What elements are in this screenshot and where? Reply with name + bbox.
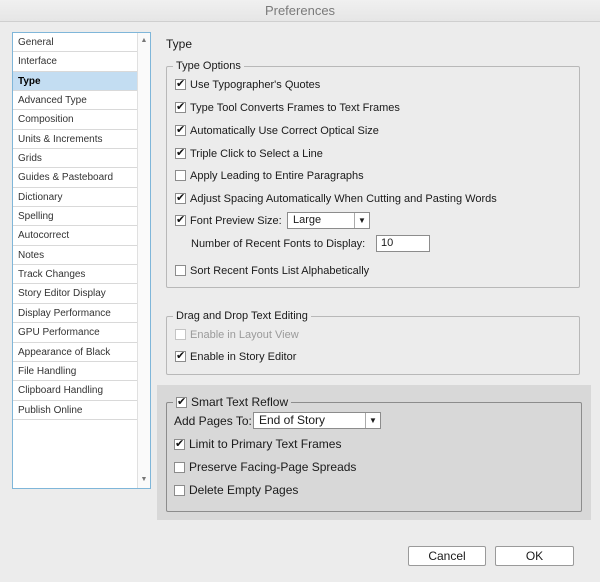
sidebar-item-advanced-type[interactable]: Advanced Type [13,91,138,111]
sidebar-item-interface[interactable]: Interface [13,52,138,72]
checkbox-limit-primary[interactable] [174,437,185,451]
checkbox-adjust-spacing[interactable] [175,191,186,205]
option-label: Use Typographer's Quotes [190,79,321,91]
option-label: Limit to Primary Text Frames [189,437,342,451]
window-title: Preferences [0,0,600,22]
option-apply-leading[interactable]: Apply Leading to Entire Paragraphs [175,168,364,184]
type-options-legend: Type Options [173,59,244,73]
sidebar-item-display-performance[interactable]: Display Performance [13,304,138,324]
recent-fonts-label: Number of Recent Fonts to Display: [191,238,366,250]
option-limit-primary[interactable]: Limit to Primary Text Frames [174,436,341,452]
add-pages-select[interactable]: End of Story ▼ [253,412,381,429]
sidebar-item-grids[interactable]: Grids [13,149,138,169]
option-adjust-spacing[interactable]: Adjust Spacing Automatically When Cuttin… [175,191,497,207]
sidebar-item-composition[interactable]: Composition [13,110,138,130]
option-optical-size[interactable]: Automatically Use Correct Optical Size [175,123,379,139]
checkbox-layout-view[interactable] [175,329,186,340]
checkbox-optical-size[interactable] [175,123,186,137]
sidebar-item-notes[interactable]: Notes [13,246,138,266]
add-pages-value: End of Story [259,413,326,427]
sidebar-list: General Interface Type Advanced Type Com… [13,33,138,420]
cancel-button[interactable]: Cancel [408,546,486,566]
option-preserve-spreads[interactable]: Preserve Facing-Page Spreads [174,459,356,475]
sidebar-item-track-changes[interactable]: Track Changes [13,265,138,285]
scroll-down-arrow-icon[interactable]: ▼ [138,474,150,486]
add-pages-label: Add Pages To: [174,414,252,428]
option-label: Automatically Use Correct Optical Size [190,125,379,137]
sidebar-item-appearance-of-black[interactable]: Appearance of Black [13,343,138,362]
checkbox-sort-recent-fonts[interactable] [175,265,186,276]
ok-button[interactable]: OK [495,546,574,566]
option-label: Apply Leading to Entire Paragraphs [190,170,364,182]
option-label: Adjust Spacing Automatically When Cuttin… [190,193,497,205]
smart-reflow-label: Smart Text Reflow [191,395,289,409]
option-typographers-quotes[interactable]: Use Typographer's Quotes [175,77,320,93]
dropdown-arrow-icon: ▼ [354,213,369,228]
option-label: Font Preview Size: [190,215,282,227]
option-label: Enable in Layout View [190,329,299,341]
scroll-up-arrow-icon[interactable]: ▲ [138,35,150,47]
checkbox-apply-leading[interactable] [175,170,186,181]
sidebar-item-dictionary[interactable]: Dictionary [13,188,138,208]
option-delete-empty-pages[interactable]: Delete Empty Pages [174,482,298,498]
option-label: Preserve Facing-Page Spreads [189,460,357,474]
option-label: Triple Click to Select a Line [190,148,323,160]
option-converts-frames[interactable]: Type Tool Converts Frames to Text Frames [175,100,400,116]
checkbox-delete-empty-pages[interactable] [174,485,185,496]
checkbox-converts-frames[interactable] [175,100,186,114]
option-font-preview[interactable]: Font Preview Size: [175,213,282,229]
sidebar-item-spelling[interactable]: Spelling [13,207,138,227]
sidebar-item-publish-online[interactable]: Publish Online [13,401,138,420]
option-triple-click[interactable]: Triple Click to Select a Line [175,146,323,162]
smart-reflow-legend[interactable]: Smart Text Reflow [173,395,292,409]
recent-fonts-input[interactable]: 10 [376,235,430,252]
page-title: Type [166,37,193,51]
drag-drop-group: Drag and Drop Text Editing Enable in Lay… [166,309,580,375]
checkbox-smart-text-reflow[interactable] [176,395,187,409]
option-sort-recent-fonts[interactable]: Sort Recent Fonts List Alphabetically [175,263,369,279]
checkbox-story-editor[interactable] [175,349,186,363]
option-layout-view[interactable]: Enable in Layout View [175,327,299,343]
sidebar-item-type[interactable]: Type [13,71,138,92]
type-options-group: Type Options Use Typographer's Quotes Ty… [166,59,580,288]
checkbox-font-preview[interactable] [175,213,186,227]
sidebar-item-clipboard-handling[interactable]: Clipboard Handling [13,381,138,401]
option-label: Type Tool Converts Frames to Text Frames [190,102,400,114]
option-label: Enable in Story Editor [190,351,297,363]
sidebar-item-guides-pasteboard[interactable]: Guides & Pasteboard [13,168,138,188]
option-label: Sort Recent Fonts List Alphabetically [190,265,370,277]
sidebar-item-general[interactable]: General [13,33,138,53]
sidebar-item-file-handling[interactable]: File Handling [13,362,138,382]
sidebar-scrollbar[interactable]: ▲ ▼ [137,33,150,488]
sidebar-item-autocorrect[interactable]: Autocorrect [13,226,138,246]
preferences-sidebar: General Interface Type Advanced Type Com… [12,32,151,489]
drag-drop-legend: Drag and Drop Text Editing [173,309,311,323]
sidebar-item-gpu-performance[interactable]: GPU Performance [13,323,138,343]
dropdown-arrow-icon: ▼ [365,413,380,428]
option-label: Delete Empty Pages [189,483,299,497]
font-preview-size-value: Large [293,214,322,226]
font-preview-size-select[interactable]: Large ▼ [287,212,370,229]
option-story-editor[interactable]: Enable in Story Editor [175,349,296,365]
sidebar-item-story-editor-display[interactable]: Story Editor Display [13,284,138,304]
smart-text-reflow-group: Smart Text Reflow Add Pages To: End of S… [166,395,582,512]
sidebar-item-units-increments[interactable]: Units & Increments [13,130,138,150]
checkbox-triple-click[interactable] [175,146,186,160]
checkbox-typographers-quotes[interactable] [175,77,186,91]
smart-text-reflow-panel: Smart Text Reflow Add Pages To: End of S… [157,385,591,520]
checkbox-preserve-spreads[interactable] [174,462,185,473]
